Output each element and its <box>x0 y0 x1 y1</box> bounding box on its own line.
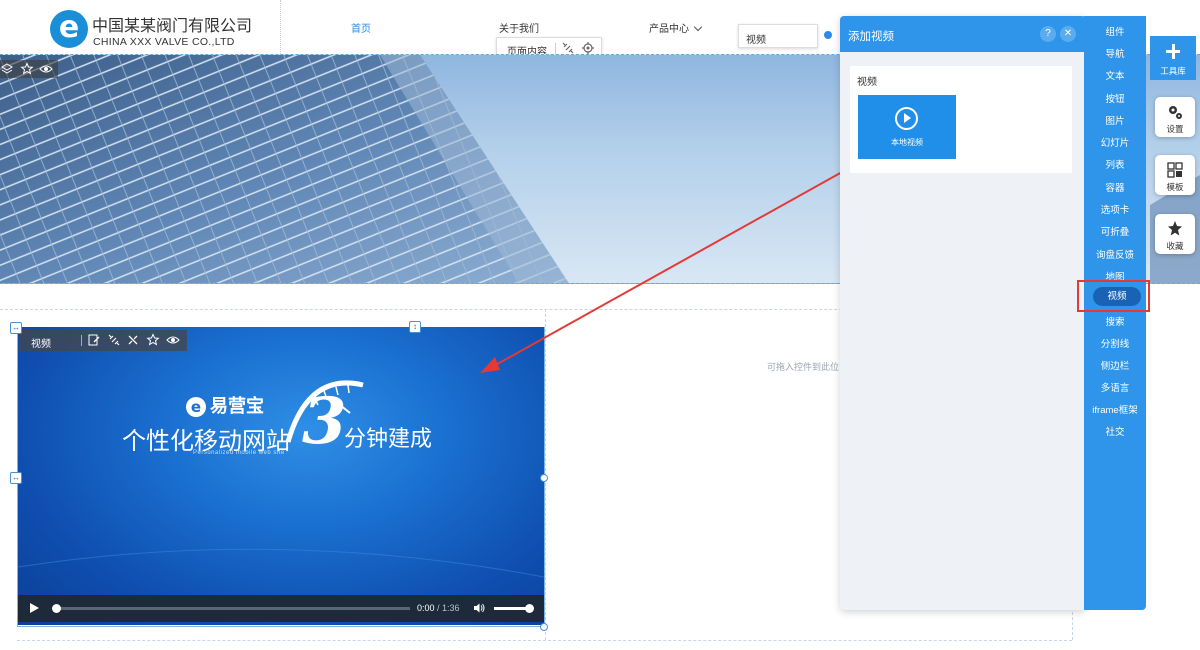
panel-title: 添加视频 <box>848 31 894 43</box>
video-section-card: 视频 本地视频 <box>850 66 1072 173</box>
sidebar-item-search[interactable]: 搜索 <box>1084 314 1146 328</box>
tab-toolbox-label: 工具库 <box>1160 66 1186 76</box>
tab-template[interactable]: 模板 <box>1155 155 1195 195</box>
sidebar-item-text[interactable]: 文本 <box>1084 68 1146 82</box>
tab-favorites-label: 收藏 <box>1166 241 1184 251</box>
sidebar-item-iframe[interactable]: iframe框架 <box>1084 402 1146 416</box>
star-icon <box>1168 221 1182 236</box>
panel-header: 添加视频 ? ✕ <box>840 16 1086 52</box>
sidebar-item-divider[interactable]: 分割线 <box>1084 336 1146 350</box>
sidebar-item-multilanguage[interactable]: 多语言 <box>1084 380 1146 394</box>
component-sidebar: 组件 导航 文本 按钮 图片 幻灯片 列表 容器 选项卡 可折叠 询盘反馈 地图… <box>1084 16 1146 610</box>
plus-icon-vertical <box>1171 44 1175 59</box>
help-icon[interactable]: ? <box>1040 26 1056 42</box>
tab-toolbox[interactable]: 工具库 <box>1150 36 1196 80</box>
sidebar-item-list[interactable]: 列表 <box>1084 157 1146 171</box>
grid-icon <box>1167 162 1183 178</box>
close-icon[interactable]: ✕ <box>1060 26 1076 42</box>
local-video-item[interactable]: 本地视频 <box>858 95 956 159</box>
sidebar-item-components[interactable]: 组件 <box>1084 24 1146 38</box>
section-title: 视频 <box>857 77 877 88</box>
sidebar-item-sidebar[interactable]: 侧边栏 <box>1084 358 1146 372</box>
sidebar-item-tabs[interactable]: 选项卡 <box>1084 202 1146 216</box>
tab-settings-label: 设置 <box>1166 124 1184 134</box>
sidebar-item-social[interactable]: 社交 <box>1084 424 1146 438</box>
add-video-panel: 添加视频 ? ✕ 视频 本地视频 <box>840 16 1086 610</box>
tab-settings[interactable]: 设置 <box>1155 97 1195 137</box>
gears-icon <box>1169 106 1182 119</box>
sidebar-item-button[interactable]: 按钮 <box>1084 91 1146 105</box>
sidebar-item-container[interactable]: 容器 <box>1084 180 1146 194</box>
highlight-box <box>1077 280 1150 312</box>
tab-favorites[interactable]: 收藏 <box>1155 214 1195 254</box>
play-circle-icon <box>895 107 918 130</box>
local-video-label: 本地视频 <box>891 138 923 147</box>
sidebar-item-inquiry[interactable]: 询盘反馈 <box>1084 247 1146 261</box>
tab-template-label: 模板 <box>1166 182 1184 192</box>
sidebar-item-navigation[interactable]: 导航 <box>1084 46 1146 60</box>
sidebar-item-slideshow[interactable]: 幻灯片 <box>1084 135 1146 149</box>
sidebar-item-image[interactable]: 图片 <box>1084 113 1146 127</box>
sidebar-item-collapsible[interactable]: 可折叠 <box>1084 224 1146 238</box>
editor-stage: e 中国某某阀门有限公司 CHINA XXX VALVE CO.,LTD 首页 … <box>0 0 1200 650</box>
